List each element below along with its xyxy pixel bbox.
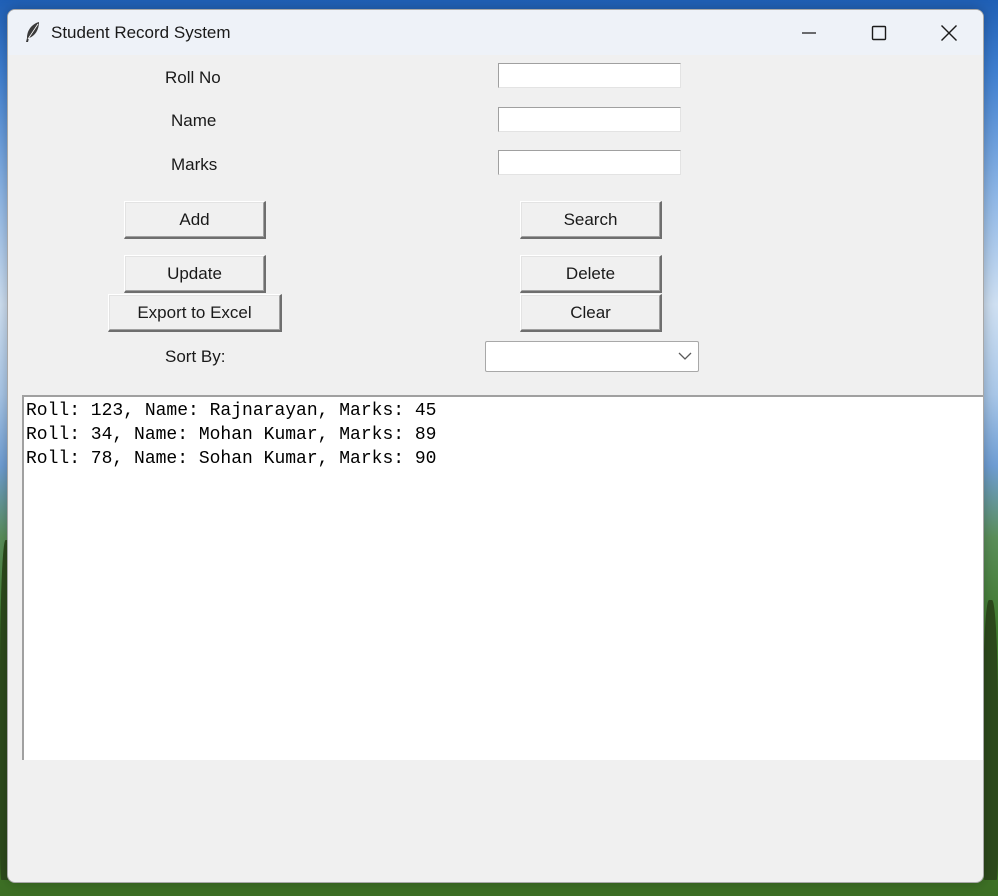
sort-by-dropdown[interactable] [485, 341, 699, 372]
maximize-button[interactable] [844, 10, 914, 55]
chevron-down-icon[interactable] [678, 351, 692, 361]
record-line: Roll: 78, Name: Sohan Kumar, Marks: 90 [26, 449, 437, 469]
record-line: Roll: 123, Name: Rajnarayan, Marks: 45 [26, 401, 437, 421]
sort-by-label: Sort By: [165, 347, 226, 366]
export-to-excel-button[interactable]: Export to Excel [108, 294, 282, 332]
name-input[interactable] [498, 107, 681, 132]
roll-no-input[interactable] [498, 63, 681, 88]
maximize-icon [871, 25, 887, 40]
update-button[interactable]: Update [124, 255, 266, 293]
name-label: Name [171, 111, 217, 130]
close-button[interactable] [914, 10, 983, 55]
minimize-button[interactable] [774, 10, 844, 55]
search-button[interactable]: Search [520, 201, 662, 239]
feather-icon [26, 22, 39, 42]
minimize-icon [802, 31, 816, 34]
records-text-area[interactable]: Roll: 123, Name: Rajnarayan, Marks: 45 R… [22, 395, 983, 760]
add-button[interactable]: Add [124, 201, 266, 239]
window-title: Student Record System [51, 23, 231, 42]
clear-button[interactable]: Clear [520, 294, 662, 332]
background-tree [983, 600, 998, 880]
record-line: Roll: 34, Name: Mohan Kumar, Marks: 89 [26, 425, 437, 445]
app-window: Student Record System Roll No Name Marks… [7, 9, 984, 883]
roll-no-label: Roll No [165, 68, 221, 87]
title-bar[interactable]: Student Record System [8, 10, 983, 55]
marks-input[interactable] [498, 150, 681, 175]
marks-label: Marks [171, 155, 218, 174]
delete-button[interactable]: Delete [520, 255, 662, 293]
close-icon [941, 24, 957, 41]
